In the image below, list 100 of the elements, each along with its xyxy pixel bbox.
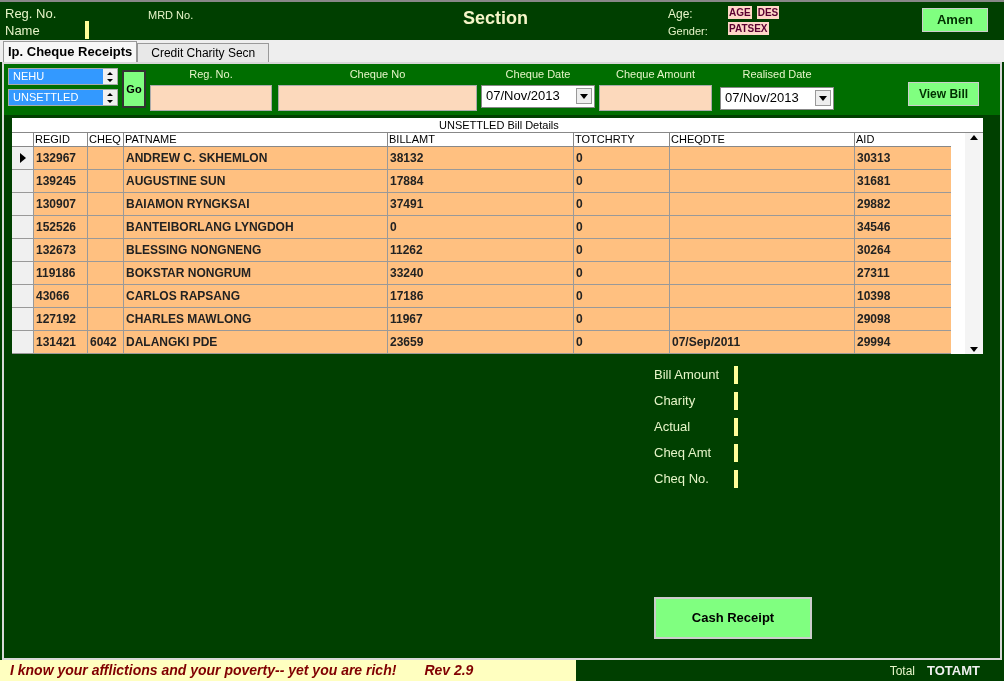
cheque-amount-field[interactable] [599, 84, 712, 111]
cash-receipt-button[interactable]: Cash Receipt [654, 597, 812, 639]
table-cell: 34546 [854, 216, 951, 238]
summary-value-field [734, 470, 738, 488]
gender-value: PATSEX [728, 22, 769, 35]
cheque-amount-label: Cheque Amount [616, 67, 695, 82]
age-label: Age: [668, 6, 694, 23]
reg-no-label: Reg. No. [5, 6, 58, 21]
table-cell: 11967 [387, 308, 573, 330]
column-header: REGID [33, 133, 87, 146]
cheque-date-label: Cheque Date [505, 67, 571, 82]
age-value: AGE [728, 6, 752, 19]
summary-label: Bill Amount [654, 366, 721, 385]
summary-label: Cheq No. [654, 470, 710, 489]
spinner-icon[interactable] [103, 69, 117, 84]
summary-value-field [734, 444, 738, 462]
table-cell: 43066 [33, 285, 87, 307]
table-cell: 37491 [387, 193, 573, 215]
summary-value-field [734, 418, 738, 436]
table-cell: 0 [573, 193, 669, 215]
scroll-up-icon[interactable] [970, 135, 978, 140]
column-header: CHEQDTE [669, 133, 854, 146]
table-cell: BOKSTAR NONGRUM [123, 262, 387, 284]
row-selector[interactable] [12, 147, 33, 169]
table-cell: 0 [573, 170, 669, 192]
go-button[interactable]: Go [122, 70, 146, 108]
total-value: TOTAMT [927, 661, 980, 680]
table-cell: 132673 [33, 239, 87, 261]
table-cell: BAIAMON RYNGKSAI [123, 193, 387, 215]
table-cell: ANDREW C. SKHEMLON [123, 147, 387, 169]
table-cell: BLESSING NONGNENG [123, 239, 387, 261]
table-cell: 29098 [854, 308, 951, 330]
table-cell: 10398 [854, 285, 951, 307]
table-cell: 127192 [33, 308, 87, 330]
table-cell: CHARLES MAWLONG [123, 308, 387, 330]
row-pointer-icon [19, 153, 26, 163]
table-cell: 0 [387, 216, 573, 238]
table-cell: 29882 [854, 193, 951, 215]
table-cell: 0 [573, 147, 669, 169]
table-cell: 23659 [387, 331, 573, 353]
table-cell: 29994 [854, 331, 951, 353]
table-cell: BANTEIBORLANG LYNGDOH [123, 216, 387, 238]
reg-no-label: Reg. No. [189, 67, 233, 82]
section-title: Section [463, 7, 529, 30]
table-cell: 17186 [387, 285, 573, 307]
tab[interactable]: Credit Charity Secn [137, 43, 270, 62]
gender-label: Gender: [668, 24, 709, 39]
summary-value-field [734, 392, 738, 410]
name-field [84, 21, 89, 39]
table-cell: AUGUSTINE SUN [123, 170, 387, 192]
table-cell: 139245 [33, 170, 87, 192]
table-cell: 30313 [854, 147, 951, 169]
table-cell: DALANGKI PDE [123, 331, 387, 353]
table-cell: 27311 [854, 262, 951, 284]
column-header: CHEQ [87, 133, 123, 146]
spinner-icon[interactable] [103, 90, 117, 105]
table-cell: 6042 [87, 331, 123, 353]
table-cell: 0 [573, 308, 669, 330]
table-cell: 0 [573, 285, 669, 307]
reg-no-field[interactable] [150, 84, 272, 111]
table-cell: 17884 [387, 170, 573, 192]
date-dropdown[interactable]: 07/Nov/2013 [481, 84, 595, 108]
table-cell: 11262 [387, 239, 573, 261]
mrd-no-label: MRD No. [148, 8, 195, 23]
name-label: Name [5, 22, 40, 38]
date-dropdown[interactable]: 07/Nov/2013 [720, 86, 834, 110]
table-cell: 0 [573, 239, 669, 261]
realised-date-label: Realised Date [742, 67, 812, 82]
total-label: Total [889, 662, 916, 680]
column-header: PATNAME [123, 133, 387, 146]
column-header: BILLAMT [387, 133, 573, 146]
table-cell: 38132 [387, 147, 573, 169]
table-cell: 0 [573, 331, 669, 353]
cheque-no-field[interactable] [278, 84, 477, 111]
column-header: TOTCHRTY [573, 133, 669, 146]
quote-text: I know your afflictions and your poverty-- yet you are rich! [10, 661, 397, 680]
view-bill-button[interactable]: View Bill [908, 82, 979, 106]
summary-label: Cheq Amt [654, 444, 713, 463]
grid-caption: UNSETTLED Bill Details [12, 118, 983, 133]
table-cell: 0 [573, 262, 669, 284]
table-cell: 07/Sep/2011 [669, 331, 854, 353]
table-cell: 131421 [33, 331, 87, 353]
table-cell: 33240 [387, 262, 573, 284]
tab[interactable]: Ip. Cheque Receipts [3, 41, 138, 62]
summary-value-field [734, 366, 738, 384]
table-cell: 31681 [854, 170, 951, 192]
des-value: DES [756, 6, 780, 19]
amen-button[interactable]: Amen [922, 8, 988, 32]
table-cell: 119186 [33, 262, 87, 284]
table-cell: 30264 [854, 239, 951, 261]
table-cell: 132967 [33, 147, 87, 169]
table-cell: 152526 [33, 216, 87, 238]
summary-label: Actual [654, 418, 692, 437]
cheque-no-label: Cheque No [349, 67, 406, 82]
table-cell: 0 [573, 216, 669, 238]
column-header: AID [854, 133, 951, 146]
quote-reference: Rev 2.9 [424, 661, 474, 680]
scroll-down-icon[interactable] [970, 347, 978, 352]
table-cell: CARLOS RAPSANG [123, 285, 387, 307]
scrollbar[interactable] [965, 133, 983, 354]
